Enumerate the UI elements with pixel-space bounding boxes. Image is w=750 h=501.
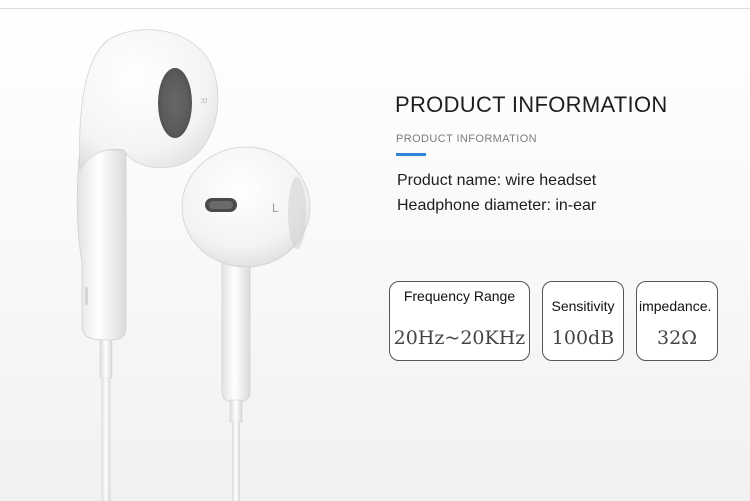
right-earbud-shell <box>79 29 219 171</box>
left-earbud-grille <box>288 177 306 249</box>
page-title: PRODUCT INFORMATION <box>395 92 668 117</box>
product-name-text: Product name: wire headset <box>397 172 597 189</box>
right-earbud-stem <box>76 149 127 341</box>
left-marking: L <box>272 201 279 215</box>
left-earbud: L <box>181 146 311 501</box>
right-marking: R <box>199 98 208 104</box>
page-subtitle: PRODUCT INFORMATION <box>396 133 538 145</box>
impedance-card: impedance. 32Ω <box>636 281 718 361</box>
left-cable <box>232 422 240 501</box>
frequency-range-value: 20Hz~20KHz <box>393 327 526 349</box>
left-cable-collar <box>229 399 243 423</box>
frequency-range-label: Frequency Range <box>403 288 516 304</box>
impedance-label: impedance. <box>639 298 712 314</box>
right-cable <box>101 378 111 501</box>
sensitivity-label: Sensitivity <box>551 298 615 314</box>
earphones-image: R L <box>76 29 311 501</box>
headphone-diameter-text: Headphone diameter: in-ear <box>397 197 597 214</box>
sensitivity-card: Sensitivity 100dB <box>542 281 624 361</box>
sensitivity-value: 100dB <box>551 327 615 349</box>
right-cable-collar <box>99 339 113 379</box>
impedance-value: 32Ω <box>657 327 697 349</box>
frequency-range-card: Frequency Range 20Hz~20KHz <box>389 281 530 361</box>
left-earbud-stem <box>221 254 251 403</box>
accent-underline <box>396 153 426 156</box>
right-earbud: R <box>76 29 219 501</box>
right-earbud-seam <box>85 287 88 305</box>
